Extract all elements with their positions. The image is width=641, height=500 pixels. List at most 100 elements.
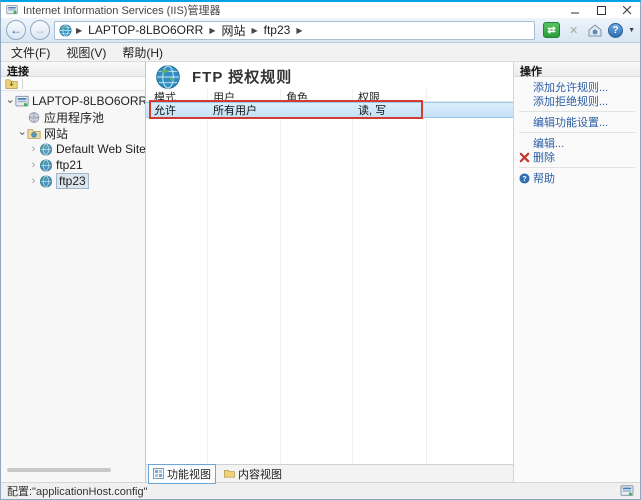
rules-list: 模式 用户 角色 权限 允许 所有用户 读, 写 bbox=[146, 89, 513, 464]
tree-item-label: 应用程序池 bbox=[44, 109, 104, 126]
breadcrumb-arrow-icon[interactable]: ▶ bbox=[294, 26, 304, 35]
minimize-button[interactable] bbox=[562, 2, 588, 18]
column-divider[interactable] bbox=[207, 89, 208, 464]
action-edit[interactable]: 编辑... bbox=[514, 136, 640, 150]
horizontal-scrollbar[interactable] bbox=[7, 468, 111, 472]
feature-title-block: FTP 授权规则 bbox=[146, 62, 513, 89]
breadcrumb-item-ftp23[interactable]: ftp23 bbox=[262, 23, 293, 37]
site-globe-icon bbox=[39, 143, 53, 156]
tree-item-label: 网站 bbox=[44, 125, 68, 142]
feature-panel: FTP 授权规则 模式 用户 角色 权限 允许 所有用户 读, 写 bbox=[146, 62, 514, 482]
action-add-allow-rule[interactable]: 添加允许规则... bbox=[514, 80, 640, 94]
cell-user: 所有用户 bbox=[207, 102, 280, 118]
tab-content-view[interactable]: 内容视图 bbox=[219, 464, 287, 484]
column-header-mode[interactable]: 模式 bbox=[148, 89, 207, 101]
breadcrumb-arrow-icon[interactable]: ▶ bbox=[207, 26, 217, 35]
stop-icon[interactable]: ✕ bbox=[565, 22, 582, 38]
tree-item-ftp23[interactable]: › ftp23 bbox=[1, 173, 145, 189]
help-question-icon: ? bbox=[519, 173, 530, 184]
help-icon[interactable]: ? bbox=[608, 23, 623, 38]
column-header-role[interactable]: 角色 bbox=[280, 89, 352, 101]
cell-mode: 允许 bbox=[148, 102, 207, 118]
view-tabs: 功能视图 内容视图 bbox=[146, 464, 513, 482]
action-add-deny-rule[interactable]: 添加拒绝规则... bbox=[514, 94, 640, 108]
status-bar: 配置:"applicationHost.config" bbox=[1, 482, 640, 499]
save-connections-icon[interactable] bbox=[5, 78, 18, 89]
breadcrumb-item-server[interactable]: LAPTOP-8LBO6ORR bbox=[86, 23, 205, 37]
table-header-row: 模式 用户 角色 权限 bbox=[146, 89, 513, 102]
tab-features-view[interactable]: 功能视图 bbox=[148, 464, 216, 484]
server-icon bbox=[15, 95, 29, 108]
chevron-right-icon[interactable]: › bbox=[28, 176, 39, 187]
cell-permission: 读, 写 bbox=[352, 102, 426, 118]
tree-item-default-web-site[interactable]: › Default Web Site bbox=[1, 141, 145, 157]
action-delete[interactable]: 删除 bbox=[514, 150, 640, 164]
forward-button[interactable]: → bbox=[30, 20, 50, 40]
address-bar: ← → ▶ LAPTOP-8LBO6ORR ▶ 网站 ▶ ftp23 ▶ ⇄ ✕ bbox=[1, 18, 640, 43]
status-config-text: 配置:"applicationHost.config" bbox=[7, 483, 148, 499]
tree-item-label: Default Web Site bbox=[56, 142, 145, 156]
site-globe-icon bbox=[39, 159, 53, 172]
column-divider[interactable] bbox=[352, 89, 353, 464]
app-icon[interactable] bbox=[6, 4, 18, 16]
column-divider[interactable] bbox=[280, 89, 281, 464]
action-edit-feature-settings[interactable]: 编辑功能设置... bbox=[514, 115, 640, 129]
actions-header: 操作 bbox=[514, 62, 640, 77]
tree-item-label: LAPTOP-8LBO6ORR (LAPTOP-8LB bbox=[32, 94, 145, 108]
breadcrumb-arrow-icon[interactable]: ▶ bbox=[249, 26, 259, 35]
breadcrumb-arrow-icon: ▶ bbox=[74, 26, 84, 35]
close-button[interactable] bbox=[614, 2, 640, 18]
navbar-tools: ⇄ ✕ ? ▼ bbox=[539, 22, 635, 38]
help-dropdown-icon[interactable]: ▼ bbox=[628, 27, 635, 34]
chevron-right-icon[interactable]: › bbox=[28, 144, 39, 155]
window-controls bbox=[562, 2, 640, 18]
actions-separator bbox=[519, 111, 635, 112]
home-icon[interactable] bbox=[587, 23, 603, 38]
window-title: Internet Information Services (IIS)管理器 bbox=[23, 2, 562, 18]
menu-view[interactable]: 视图(V) bbox=[58, 43, 114, 62]
connections-toolbar bbox=[1, 77, 145, 91]
actions-panel: 操作 添加允许规则... 添加拒绝规则... 编辑功能设置... 编辑... bbox=[514, 62, 640, 482]
delete-x-icon bbox=[519, 152, 530, 163]
tree-item-sites[interactable]: › 网站 bbox=[1, 125, 145, 141]
content-area: 连接 › LAPTOP-8LBO6ORR (LAPT bbox=[1, 62, 640, 482]
table-row[interactable]: 允许 所有用户 读, 写 bbox=[146, 102, 513, 118]
tree-item-app-pools[interactable]: 应用程序池 bbox=[1, 109, 145, 125]
title-bar: Internet Information Services (IIS)管理器 bbox=[1, 2, 640, 18]
page-title: FTP 授权规则 bbox=[192, 66, 292, 87]
app-pools-icon bbox=[27, 111, 41, 124]
chevron-down-icon[interactable]: › bbox=[4, 96, 15, 107]
breadcrumb-item-sites[interactable]: 网站 bbox=[219, 22, 247, 39]
action-help[interactable]: ? 帮助 bbox=[514, 171, 640, 185]
chevron-down-icon[interactable]: › bbox=[16, 128, 27, 139]
connections-panel: 连接 › LAPTOP-8LBO6ORR (LAPT bbox=[1, 62, 146, 482]
tab-label: 内容视图 bbox=[238, 466, 282, 482]
menu-file[interactable]: 文件(F) bbox=[3, 43, 58, 62]
tab-label: 功能视图 bbox=[167, 466, 211, 482]
refresh-icon[interactable]: ⇄ bbox=[543, 22, 560, 38]
column-header-permission[interactable]: 权限 bbox=[352, 89, 426, 101]
content-view-icon bbox=[224, 468, 235, 479]
back-button[interactable]: ← bbox=[6, 20, 26, 40]
tree-item-server[interactable]: › LAPTOP-8LBO6ORR (LAPTOP-8LB bbox=[1, 93, 145, 109]
menu-help[interactable]: 帮助(H) bbox=[114, 43, 171, 62]
svg-text:?: ? bbox=[522, 173, 527, 182]
tree-item-ftp21[interactable]: › ftp21 bbox=[1, 157, 145, 173]
column-header-user[interactable]: 用户 bbox=[207, 89, 280, 101]
actions-body: 添加允许规则... 添加拒绝规则... 编辑功能设置... 编辑... bbox=[514, 77, 640, 185]
maximize-button[interactable] bbox=[588, 2, 614, 18]
globe-icon bbox=[59, 24, 72, 37]
connections-tree: › LAPTOP-8LBO6ORR (LAPTOP-8LB bbox=[1, 91, 145, 482]
chevron-right-icon[interactable]: › bbox=[28, 160, 39, 171]
column-divider[interactable] bbox=[426, 89, 427, 464]
menu-bar: 文件(F) 视图(V) 帮助(H) bbox=[1, 43, 640, 62]
breadcrumb[interactable]: ▶ LAPTOP-8LBO6ORR ▶ 网站 ▶ ftp23 ▶ bbox=[54, 21, 535, 40]
toolbar-separator bbox=[22, 79, 23, 89]
site-globe-icon bbox=[39, 175, 53, 188]
features-view-icon bbox=[153, 468, 164, 479]
ftp-rules-icon bbox=[155, 64, 181, 90]
tree-item-label: ftp21 bbox=[56, 158, 83, 172]
status-server-icon bbox=[620, 485, 634, 497]
connections-header: 连接 bbox=[1, 62, 145, 77]
actions-separator bbox=[519, 132, 635, 133]
